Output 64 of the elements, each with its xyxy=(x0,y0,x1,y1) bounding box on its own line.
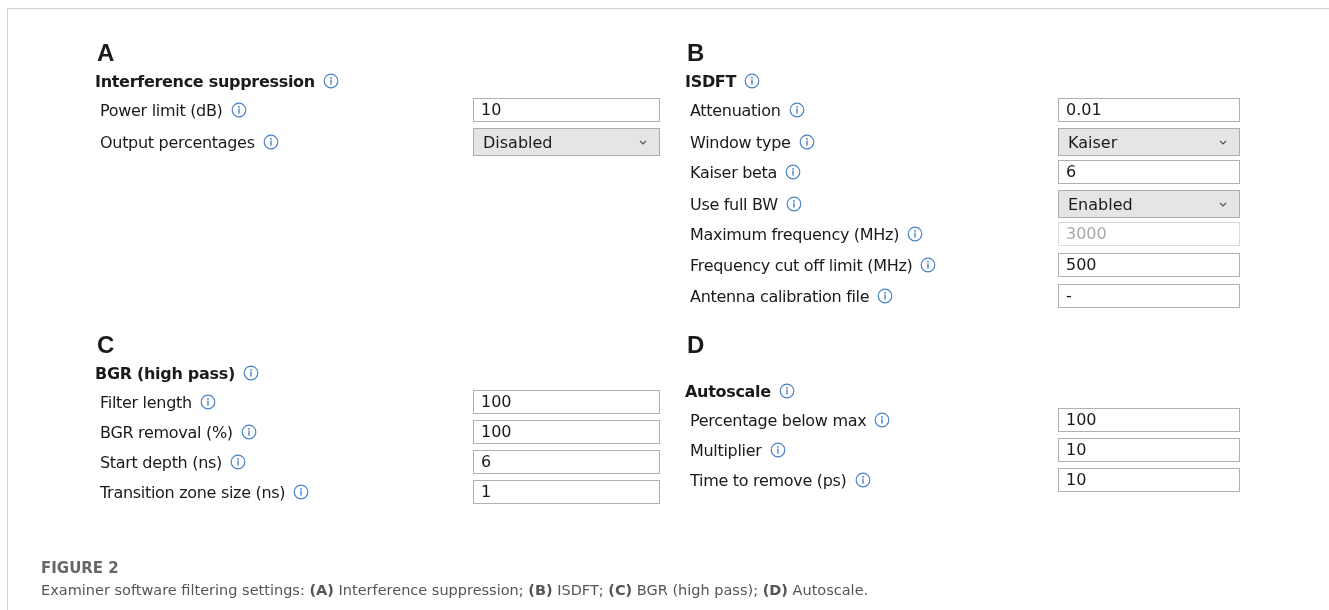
figure-caption: Examiner software filtering settings: (A) Interference suppression; (B) ISDFT; (C) BGR (high pass); (D) Autoscale. xyxy=(41,582,870,598)
chevron-icon xyxy=(1219,201,1227,207)
figure-label: FIGURE 2 xyxy=(41,559,120,577)
setting-label: Window type xyxy=(690,132,791,152)
info-icon[interactable] xyxy=(199,394,216,410)
section-title: ISDFT xyxy=(685,71,737,91)
input-field[interactable]: 6 xyxy=(1058,160,1240,184)
setting-label: Kaiser beta xyxy=(690,162,778,182)
setting-label: Frequency cut off limit (MHz) xyxy=(690,255,913,275)
setting-label: Output percentages xyxy=(100,132,255,152)
info-icon[interactable] xyxy=(874,412,891,428)
info-icon[interactable] xyxy=(242,365,259,381)
input-field[interactable]: 100 xyxy=(473,420,660,444)
info-icon[interactable] xyxy=(778,383,795,399)
info-icon[interactable] xyxy=(230,454,246,470)
info-icon[interactable] xyxy=(240,424,257,440)
section-title: Interference suppression xyxy=(95,71,315,91)
input-field[interactable]: - xyxy=(1058,284,1240,308)
info-icon[interactable] xyxy=(920,257,937,273)
input-field[interactable]: 100 xyxy=(1058,408,1240,432)
dropdown[interactable]: Enabled xyxy=(1058,190,1240,218)
info-icon[interactable] xyxy=(322,73,339,89)
input-field[interactable]: 10 xyxy=(473,98,660,122)
info-icon[interactable] xyxy=(877,288,894,304)
setting-label: Antenna calibration file xyxy=(690,286,870,306)
setting-label: Filter length xyxy=(100,392,192,412)
setting-label: Time to remove (ps) xyxy=(690,470,847,490)
info-icon[interactable] xyxy=(230,102,247,118)
info-icon[interactable] xyxy=(744,73,761,89)
info-icon[interactable] xyxy=(785,164,802,180)
info-icon[interactable] xyxy=(293,484,310,500)
info-icon[interactable] xyxy=(788,102,805,118)
setting-label: Percentage below max xyxy=(690,410,867,430)
info-icon[interactable] xyxy=(854,472,871,488)
panel-letter: D xyxy=(687,331,706,359)
setting-label: Power limit (dB) xyxy=(100,100,223,120)
panel-letter: B xyxy=(687,39,706,67)
setting-label: Transition zone size (ns) xyxy=(100,482,286,502)
panel-letter: A xyxy=(97,39,116,67)
dropdown[interactable]: Kaiser xyxy=(1058,128,1240,156)
chevron-icon xyxy=(1219,139,1227,145)
input-field[interactable]: 500 xyxy=(1058,253,1240,277)
setting-label: Start depth (ns) xyxy=(100,452,222,472)
section-title: BGR (high pass) xyxy=(95,363,235,383)
chevron-icon xyxy=(639,139,647,145)
info-icon[interactable] xyxy=(907,226,924,242)
section-title: Autoscale xyxy=(685,381,771,401)
input-field[interactable]: 0.01 xyxy=(1058,98,1240,122)
input-field[interactable]: 10 xyxy=(1058,468,1240,492)
setting-label: Use full BW xyxy=(690,194,778,214)
setting-label: Multiplier xyxy=(690,440,762,460)
panel-letter: C xyxy=(97,331,116,359)
setting-label: Attenuation xyxy=(690,100,781,120)
input-field[interactable]: 1 xyxy=(473,480,660,504)
setting-label: BGR removal (%) xyxy=(100,422,233,442)
info-icon[interactable] xyxy=(769,442,786,458)
input-field[interactable]: 6 xyxy=(473,450,660,474)
info-icon[interactable] xyxy=(262,134,279,150)
info-icon[interactable] xyxy=(785,196,802,212)
info-icon[interactable] xyxy=(798,134,815,150)
input-field[interactable]: 10 xyxy=(1058,438,1240,462)
input-field[interactable]: 100 xyxy=(473,390,660,414)
dropdown[interactable]: Disabled xyxy=(473,128,660,156)
setting-label: Maximum frequency (MHz) xyxy=(690,224,900,244)
